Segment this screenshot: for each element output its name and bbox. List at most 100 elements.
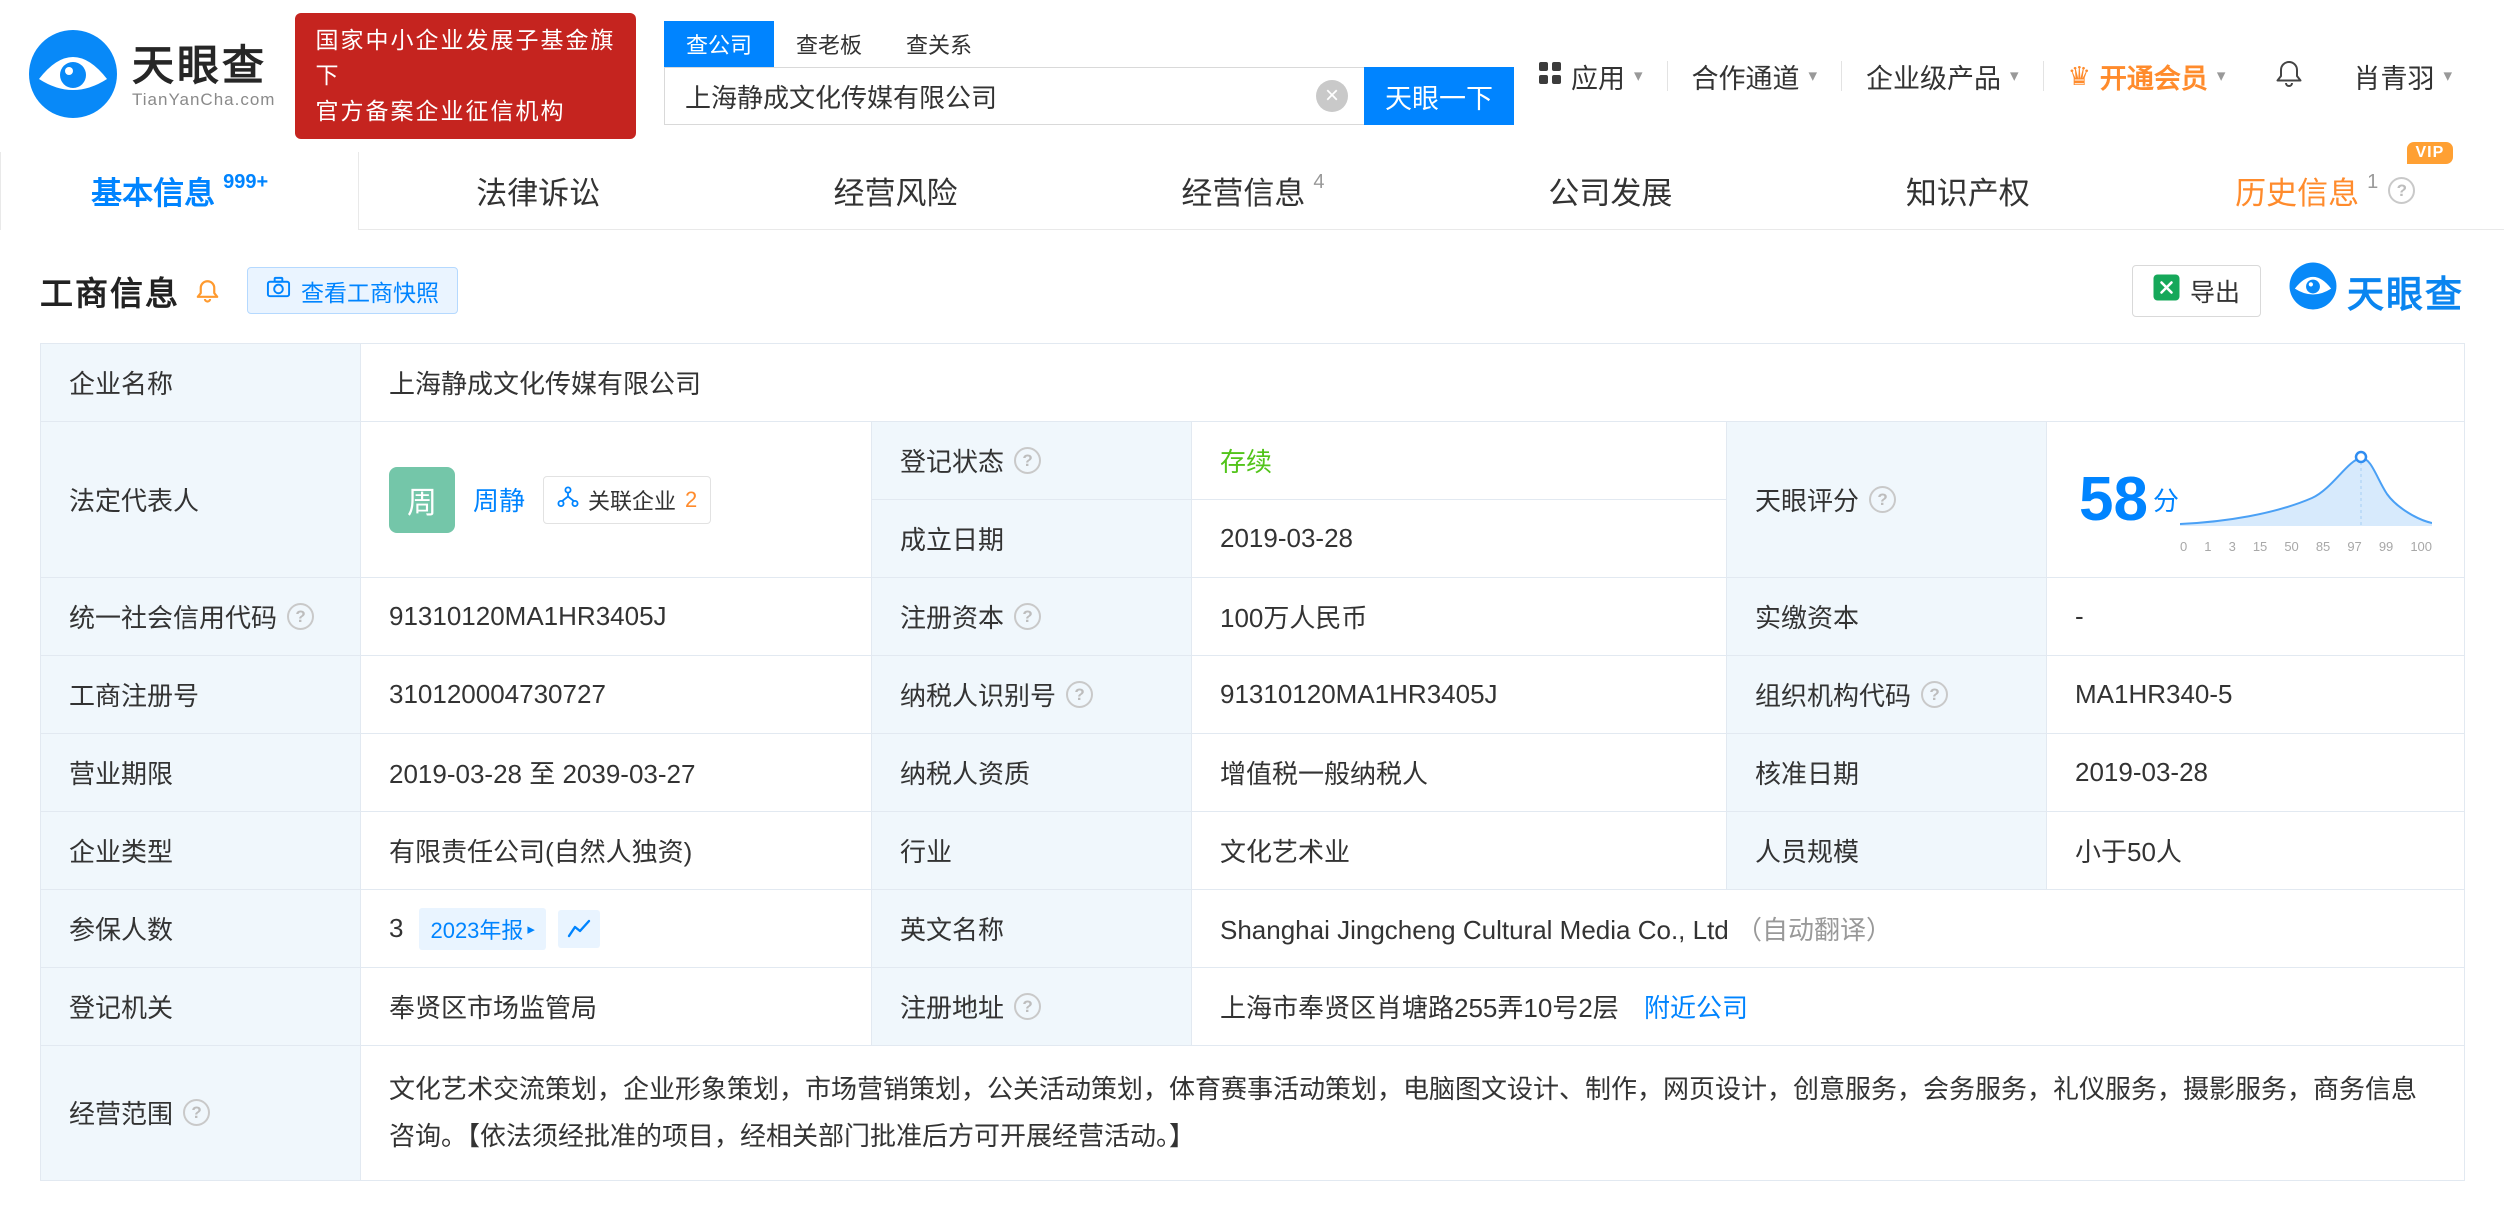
- help-icon[interactable]: ?: [1869, 486, 1896, 513]
- table-row: 经营范围 ? 文化艺术交流策划，企业形象策划，市场营销策划，公关活动策划，体育赛…: [41, 1046, 2465, 1181]
- related-companies-badge[interactable]: 关联企业 2: [543, 476, 711, 524]
- view-snapshot-button[interactable]: 查看工商快照: [247, 267, 458, 314]
- help-icon[interactable]: ?: [183, 1099, 210, 1126]
- table-row: 统一社会信用代码 ? 91310120MA1HR3405J 注册资本 ? 100…: [41, 578, 2465, 656]
- tab-development[interactable]: 公司发展: [1432, 152, 1789, 229]
- address-label-cell: 注册地址 ?: [872, 968, 1192, 1046]
- business-info-table: 企业名称 上海静成文化传媒有限公司 法定代表人 周 周静 关联企业 2: [40, 343, 2465, 1181]
- english-name-value: Shanghai Jingcheng Cultural Media Co., L…: [1220, 915, 1729, 945]
- alert-bell-icon[interactable]: [194, 277, 221, 304]
- axis-tick: 0: [2180, 539, 2187, 554]
- table-row: 企业名称 上海静成文化传媒有限公司: [41, 344, 2465, 422]
- axis-tick: 99: [2379, 539, 2393, 554]
- help-icon[interactable]: ?: [2388, 177, 2415, 204]
- tab-legal[interactable]: 法律诉讼: [359, 152, 716, 229]
- clear-search-icon[interactable]: ×: [1316, 80, 1348, 112]
- nearby-companies-link[interactable]: 附近公司: [1644, 993, 1748, 1023]
- org-chart-icon: [557, 486, 579, 514]
- nav-enterprise-products[interactable]: 企业级产品 ▾: [1842, 57, 2043, 96]
- help-icon[interactable]: ?: [1014, 603, 1041, 630]
- axis-tick: 85: [2316, 539, 2330, 554]
- reg-capital-label: 注册资本: [900, 598, 1004, 635]
- tab-operation[interactable]: 经营信息 4: [1074, 152, 1431, 229]
- reg-status-value: 存续: [1220, 447, 1272, 477]
- help-icon[interactable]: ?: [1066, 681, 1093, 708]
- annual-report-label: 2023年报: [430, 913, 523, 945]
- reg-authority-label: 登记机关: [41, 968, 361, 1046]
- org-code-label-cell: 组织机构代码 ?: [1727, 656, 2047, 734]
- score-distribution-chart: 0 1 3 15 50 85 97 99 100: [2180, 446, 2432, 554]
- org-code-label: 组织机构代码: [1755, 676, 1911, 713]
- insured-cell: 3 2023年报 ▸: [361, 890, 872, 968]
- taxpayer-id-label-cell: 纳税人识别号 ?: [872, 656, 1192, 734]
- address-label: 注册地址: [900, 988, 1004, 1025]
- business-scope-label-cell: 经营范围 ?: [41, 1046, 361, 1181]
- taxpayer-quality-label: 纳税人资质: [872, 734, 1192, 812]
- nav-apps[interactable]: 应用 ▾: [1514, 57, 1667, 96]
- taxpayer-id-value: 91310120MA1HR3405J: [1192, 656, 1727, 734]
- search-tab-company[interactable]: 查公司: [664, 21, 774, 67]
- help-icon[interactable]: ?: [287, 603, 314, 630]
- tab-operation-label: 经营信息: [1181, 168, 1305, 213]
- gov-badge-line2: 官方备案企业征信机构: [315, 94, 616, 130]
- help-icon[interactable]: ?: [1014, 447, 1041, 474]
- paid-capital-label: 实缴资本: [1727, 578, 2047, 656]
- axis-tick: 15: [2253, 539, 2267, 554]
- search-tab-relation[interactable]: 查关系: [884, 21, 994, 67]
- notification-bell[interactable]: [2249, 57, 2329, 96]
- trend-chart-icon[interactable]: [558, 910, 600, 948]
- user-menu[interactable]: 肖青羽 ▾: [2329, 57, 2476, 96]
- tab-legal-label: 法律诉讼: [476, 168, 600, 213]
- export-button[interactable]: 导出: [2132, 265, 2261, 317]
- logo-domain: TianYanCha.com: [132, 90, 275, 110]
- tianyancha-watermark: 天眼查: [2289, 262, 2464, 319]
- search-button[interactable]: 天眼一下: [1364, 67, 1514, 125]
- camera-icon: [266, 275, 291, 306]
- crown-icon: ♛: [2068, 61, 2091, 92]
- business-info-section-header: 工商信息 查看工商快照 导出: [40, 262, 2464, 319]
- chevron-down-icon: ▾: [2010, 66, 2019, 86]
- chevron-down-icon: ▾: [2217, 66, 2226, 86]
- axis-tick: 1: [2204, 539, 2211, 554]
- tab-basic-label: 基本信息: [91, 168, 215, 213]
- reg-status-label-cell: 登记状态 ?: [872, 422, 1192, 500]
- company-name-label: 企业名称: [41, 344, 361, 422]
- table-row: 参保人数 3 2023年报 ▸ 英文名称 Shanghai Jingcheng …: [41, 890, 2465, 968]
- legal-rep-link[interactable]: 周静: [473, 481, 525, 518]
- tab-intellectual-property[interactable]: 知识产权: [1789, 152, 2146, 229]
- export-button-label: 导出: [2190, 273, 2240, 309]
- tab-history-badge: 1: [2367, 171, 2378, 194]
- industry-value: 文化艺术业: [1192, 812, 1727, 890]
- table-row: 企业类型 有限责任公司(自然人独资) 行业 文化艺术业 人员规模 小于50人: [41, 812, 2465, 890]
- reg-number-label: 工商注册号: [41, 656, 361, 734]
- approval-date-value: 2019-03-28: [2047, 734, 2465, 812]
- tab-basic-info[interactable]: 基本信息 999+: [0, 152, 359, 229]
- score-label: 天眼评分: [1755, 481, 1859, 518]
- nav-cooperation-label: 合作通道: [1692, 57, 1800, 96]
- insured-value: 3: [389, 913, 403, 944]
- top-nav: 应用 ▾ 合作通道 ▾ 企业级产品 ▾ ♛ 开通会员 ▾: [1514, 57, 2476, 96]
- tab-development-label: 公司发展: [1548, 168, 1672, 213]
- search-input[interactable]: [664, 67, 1364, 125]
- search-tab-boss[interactable]: 查老板: [774, 21, 884, 67]
- legal-rep-avatar[interactable]: 周: [389, 467, 455, 533]
- tab-risk[interactable]: 经营风险: [717, 152, 1074, 229]
- nav-open-vip[interactable]: ♛ 开通会员 ▾: [2044, 57, 2250, 96]
- reg-status-label: 登记状态: [900, 442, 1004, 479]
- nav-cooperation[interactable]: 合作通道 ▾: [1668, 57, 1842, 96]
- snapshot-button-label: 查看工商快照: [301, 274, 439, 308]
- company-type-label: 企业类型: [41, 812, 361, 890]
- score-label-cell: 天眼评分 ?: [1727, 422, 2047, 578]
- approval-date-label: 核准日期: [1727, 734, 2047, 812]
- help-icon[interactable]: ?: [1921, 681, 1948, 708]
- english-name-cell: Shanghai Jingcheng Cultural Media Co., L…: [1192, 890, 2465, 968]
- tab-operation-badge: 4: [1313, 171, 1324, 194]
- tianyancha-logo[interactable]: 天眼查 TianYanCha.com: [28, 29, 275, 124]
- taxpayer-id-label: 纳税人识别号: [900, 676, 1056, 713]
- annual-report-badge[interactable]: 2023年报 ▸: [419, 908, 545, 950]
- tab-history[interactable]: VIP 历史信息 1 ?: [2147, 152, 2504, 229]
- org-code-value: MA1HR340-5: [2047, 656, 2465, 734]
- industry-label: 行业: [872, 812, 1192, 890]
- help-icon[interactable]: ?: [1014, 993, 1041, 1020]
- legal-rep-cell: 周 周静 关联企业 2: [361, 422, 872, 578]
